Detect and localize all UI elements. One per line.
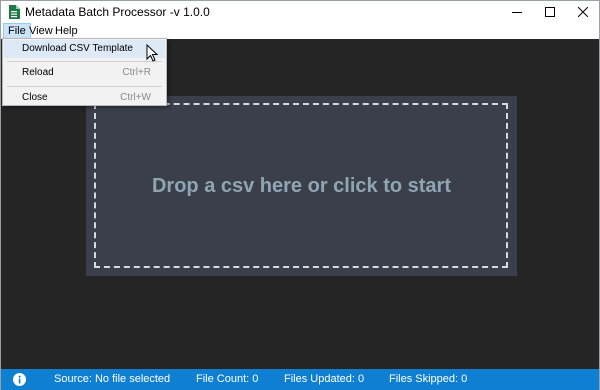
menu-item-reload[interactable]: Reload Ctrl+R [4, 64, 165, 82]
mouse-cursor-icon [146, 44, 158, 62]
status-file-count: File Count: 0 [196, 373, 259, 385]
maximize-button[interactable] [534, 1, 566, 23]
menu-item-shortcut: Ctrl+R [122, 67, 151, 78]
title-bar[interactable]: Metadata Batch Processor -v 1.0.0 [1, 1, 599, 23]
file-menu-dropdown: Download CSV Template Reload Ctrl+R Clos… [2, 38, 167, 106]
maximize-icon [545, 7, 555, 17]
status-files-updated: Files Updated: 0 [284, 373, 365, 385]
dropzone-text: Drop a csv here or click to start [151, 174, 451, 197]
minimize-icon [512, 12, 522, 13]
minimize-button[interactable] [501, 1, 533, 23]
menu-item-label: Download CSV Template [22, 43, 133, 54]
menu-separator [7, 86, 162, 87]
menu-bar: File View Help [1, 23, 599, 39]
spreadsheet-icon [9, 5, 20, 19]
status-source: Source: No file selected [54, 373, 171, 385]
menu-item-close[interactable]: Close Ctrl+W [4, 89, 165, 107]
menu-item-label: Reload [22, 67, 54, 78]
window-title: Metadata Batch Processor -v 1.0.0 [25, 5, 210, 19]
close-window-button[interactable] [567, 1, 599, 23]
menu-help[interactable]: Help [51, 23, 82, 39]
info-icon [13, 373, 26, 386]
close-icon [578, 7, 588, 17]
csv-dropzone[interactable]: Drop a csv here or click to start [86, 96, 517, 276]
menu-item-shortcut: Ctrl+W [120, 92, 151, 103]
status-bar: Source: No file selected File Count: 0 F… [1, 369, 599, 390]
menu-item-label: Close [22, 92, 48, 103]
app-window: Metadata Batch Processor -v 1.0.0 File V… [0, 0, 600, 390]
menu-separator [7, 61, 162, 62]
menu-item-download-csv-template[interactable]: Download CSV Template [4, 40, 165, 58]
status-files-skipped: Files Skipped: 0 [389, 373, 468, 385]
